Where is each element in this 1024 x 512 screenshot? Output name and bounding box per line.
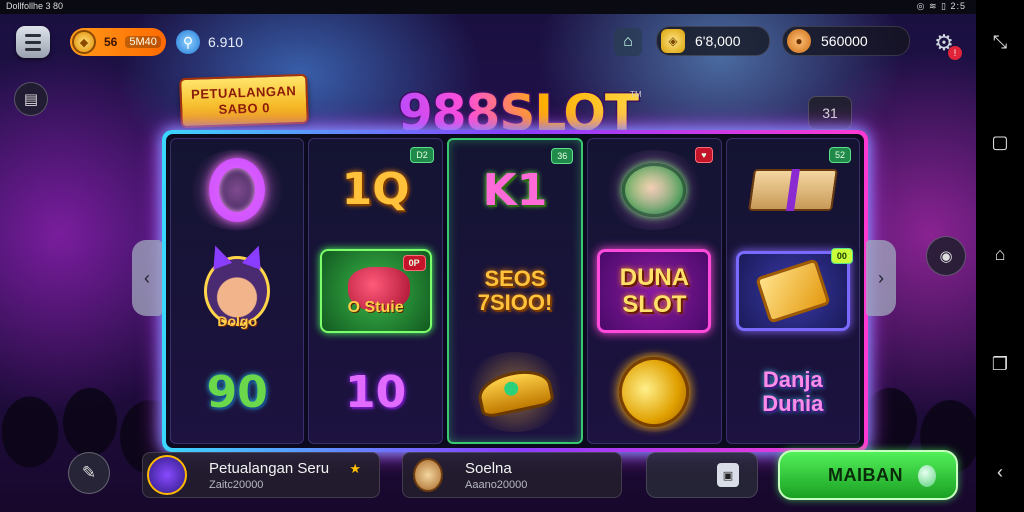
- slot-reels-frame: Dolgo 90 D2 1Q 0P O Stuie 10 36 K1 SEOS …: [162, 130, 868, 452]
- box-tag: 00: [830, 247, 853, 264]
- status-bar: Dollfollhe 3 80 ◎ ≋ ▯ 2:5: [0, 0, 976, 14]
- status-right-icons: ◎ ≋ ▯ 2:5: [916, 1, 966, 11]
- game-screen: ◆ 56 5M40 ⚲ 6.910 ⌂ ◈ 6'8,000 ● 560000 ⚙…: [0, 14, 976, 512]
- symbol-gold-card[interactable]: 00: [734, 245, 853, 337]
- character-label: Dolgo: [217, 312, 258, 329]
- game-card-name: Soelna: [465, 459, 512, 477]
- symbol-danja-dunia[interactable]: Danja Dunia: [743, 346, 843, 438]
- event-banner[interactable]: PETUALANGAN SABO 0: [179, 73, 309, 129]
- box-label: O Stuie: [347, 298, 404, 316]
- symbol-dunia-slot[interactable]: DUNA SLOT: [595, 245, 713, 337]
- bundle-icon: [747, 168, 838, 211]
- level-label: 56: [104, 35, 118, 49]
- logo-trademark: TM: [630, 90, 642, 99]
- event-banner-line2: SABO 0: [218, 100, 271, 117]
- star-icon: ★: [349, 461, 361, 476]
- search-icon: ⚲: [176, 30, 200, 54]
- reel-4[interactable]: ♥ DUNA SLOT: [587, 138, 722, 444]
- symbol-k1[interactable]: K1: [456, 144, 574, 236]
- chevron-left-icon: ‹: [144, 267, 150, 288]
- camera-button[interactable]: ◉: [926, 236, 966, 276]
- game-card-sub: Aaano20000: [465, 478, 528, 491]
- reel-1[interactable]: Dolgo 90: [170, 138, 305, 444]
- edit-icon: ✎: [81, 463, 97, 482]
- symbol-brain-box[interactable]: 0P O Stuie: [317, 245, 435, 337]
- symbol-disc[interactable]: [595, 144, 713, 236]
- coin-icon: ●: [787, 29, 811, 53]
- event-banner-line1: PETUALANGAN: [190, 83, 297, 102]
- play-button-label: MAIBAN: [828, 464, 903, 485]
- symbol-ring[interactable]: [178, 144, 296, 236]
- search-value: 6.910: [208, 34, 244, 50]
- symbol-number-90[interactable]: 90: [178, 346, 296, 438]
- reel-prev-button[interactable]: ‹: [132, 240, 162, 316]
- notification-badge: !: [948, 46, 962, 60]
- balloon-icon: [918, 465, 936, 487]
- box-tag: 0P: [402, 254, 426, 271]
- game-card-name: Petualangan Seru: [209, 459, 330, 477]
- camera-icon: ◉: [939, 248, 953, 265]
- reel-2[interactable]: D2 1Q 0P O Stuie 10: [308, 138, 443, 444]
- android-navigation-bar: ⤡ ▢ ⌂ ❐ ‹: [976, 0, 1024, 512]
- reel-3[interactable]: 36 K1 SEOS 7SIOO!: [446, 138, 584, 444]
- coins-pill[interactable]: ● 560000: [782, 26, 910, 56]
- chevron-right-icon: ›: [878, 267, 884, 288]
- play-button[interactable]: MAIBAN: [778, 450, 958, 500]
- game-thumbnail: [147, 455, 187, 495]
- dunia-slot-label: DUNA SLOT: [619, 263, 690, 318]
- symbol-text-scatter[interactable]: SEOS 7SIOO!: [465, 245, 565, 337]
- symbol-bundle[interactable]: [734, 144, 852, 236]
- back-icon[interactable]: ‹: [988, 460, 1012, 484]
- level-pill[interactable]: ◆ 56 5M40: [70, 28, 166, 56]
- gems-value: 6'8,000: [695, 33, 741, 49]
- symbol-gold-coin[interactable]: [595, 345, 713, 439]
- shop-home-icon[interactable]: ⌂: [614, 28, 642, 56]
- symbol-number-10[interactable]: 10: [317, 346, 435, 438]
- symbol-cap[interactable]: [456, 346, 574, 438]
- coins-value: 560000: [821, 33, 868, 49]
- menu-button[interactable]: [16, 26, 50, 58]
- symbol-character[interactable]: Dolgo: [178, 245, 296, 337]
- game-card-soelna[interactable]: Soelna Aaano20000: [402, 452, 622, 498]
- status-left-text: Dollfollhe 3 80: [6, 1, 64, 11]
- game-card-petualangan[interactable]: Petualangan Seru Zaitc20000 ★: [142, 452, 380, 498]
- counter-badge[interactable]: 31: [808, 96, 852, 130]
- home-icon[interactable]: ⌂: [988, 242, 1012, 266]
- level-value: 5M40: [125, 36, 161, 48]
- lock-button[interactable]: ▣: [646, 452, 758, 498]
- search-group[interactable]: ⚲ 6.910: [176, 28, 243, 56]
- symbol-1q[interactable]: 1Q: [317, 144, 435, 236]
- collapse-icon[interactable]: ⤡: [988, 30, 1012, 54]
- gold-card-icon: [754, 258, 831, 324]
- gem-icon: ◈: [661, 29, 685, 53]
- game-card-sub: Zaitc20000: [209, 478, 264, 491]
- chat-icon: ▤: [23, 91, 39, 108]
- recents-icon[interactable]: ❐: [988, 352, 1012, 376]
- level-coin-icon: ◆: [72, 30, 96, 54]
- edit-button[interactable]: ✎: [68, 452, 110, 494]
- settings-button[interactable]: ⚙ !: [928, 28, 962, 60]
- chat-button[interactable]: ▤: [14, 82, 48, 116]
- square-icon[interactable]: ▢: [988, 130, 1012, 154]
- game-thumbnail: [413, 458, 443, 492]
- lock-icon: ▣: [717, 463, 739, 487]
- reel-next-button[interactable]: ›: [866, 240, 896, 316]
- gems-pill[interactable]: ◈ 6'8,000: [656, 26, 770, 56]
- hamburger-icon: [25, 32, 41, 53]
- reel-5[interactable]: 52 00 Danja Dunia: [725, 138, 861, 444]
